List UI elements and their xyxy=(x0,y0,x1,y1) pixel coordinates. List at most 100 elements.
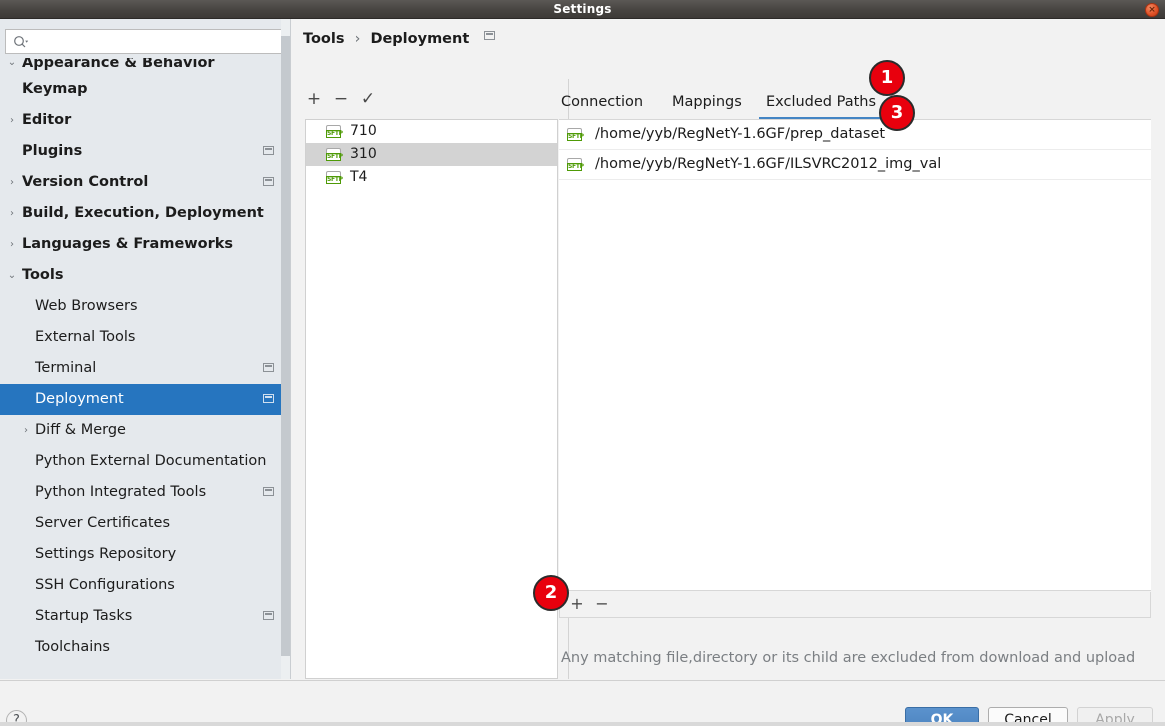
remove-server-button[interactable]: − xyxy=(328,87,354,113)
project-scope-icon[interactable] xyxy=(263,363,274,372)
window-titlebar: Settings × xyxy=(0,0,1165,19)
excluded-paths-toolbar: + − xyxy=(559,592,1151,618)
sidebar-scrollbar-track[interactable] xyxy=(281,19,290,679)
sidebar-item-version-control[interactable]: › Version Control xyxy=(0,167,290,198)
search-box[interactable] xyxy=(5,29,282,55)
sidebar-item-label: Settings Repository xyxy=(35,546,177,562)
server-list-toolbar: + − ✓ xyxy=(301,87,551,113)
annotation-badge-3: 3 xyxy=(879,95,915,131)
tab-mappings[interactable]: Mappings xyxy=(672,89,742,118)
sidebar-item-web-browsers[interactable]: Web Browsers xyxy=(0,291,290,322)
sidebar-item-label: Build, Execution, Deployment xyxy=(22,205,264,221)
excluded-path-row[interactable]: SFTP/home/yyb/RegNetY-1.6GF/prep_dataset xyxy=(559,120,1151,150)
set-default-server-button[interactable]: ✓ xyxy=(355,87,381,113)
sidebar-item-label: Editor xyxy=(22,112,72,128)
sidebar-item-label: Tools xyxy=(22,267,64,283)
settings-content: Tools › Deployment + − ✓ SFTP 710 SFTP 310 S… xyxy=(291,19,1165,679)
sidebar-item-label: Deployment xyxy=(35,391,124,407)
sidebar-item-label: Diff & Merge xyxy=(35,422,126,438)
chevron-down-icon[interactable]: ⌄ xyxy=(6,260,18,291)
sidebar-item-startup-tasks[interactable]: Startup Tasks xyxy=(0,601,290,632)
sidebar-item-label: External Tools xyxy=(35,329,136,345)
project-scope-icon[interactable] xyxy=(263,487,274,496)
sidebar-item-terminal[interactable]: Terminal xyxy=(0,353,290,384)
annotation-badge-1: 1 xyxy=(869,60,905,96)
excluded-path-row[interactable]: SFTP/home/yyb/RegNetY-1.6GF/ILSVRC2012_i… xyxy=(559,150,1151,180)
sidebar-item-server-certificates[interactable]: Server Certificates xyxy=(0,508,290,539)
sidebar-item-languages-frameworks[interactable]: › Languages & Frameworks xyxy=(0,229,290,260)
sidebar-item-appearance-behavior[interactable]: ⌄ Appearance & Behavior xyxy=(0,58,290,74)
dialog-footer: ? OK Cancel Apply xyxy=(0,681,1165,726)
sftp-server-icon: SFTP xyxy=(567,128,584,142)
sidebar-item-build-execution-deployment[interactable]: › Build, Execution, Deployment xyxy=(0,198,290,229)
excluded-path-text: /home/yyb/RegNetY-1.6GF/prep_dataset xyxy=(595,126,886,142)
sidebar-item-python-external-documentation[interactable]: Python External Documentation xyxy=(0,446,290,477)
sidebar-item-settings-repository[interactable]: Settings Repository xyxy=(0,539,290,570)
server-list-item[interactable]: SFTP 710 xyxy=(306,120,557,143)
project-scope-icon[interactable] xyxy=(263,394,274,403)
sidebar-item-label: Toolchains xyxy=(35,639,110,655)
search-input[interactable] xyxy=(34,30,281,55)
sidebar-item-label: Appearance & Behavior xyxy=(22,58,215,71)
sidebar-item-editor[interactable]: › Editor xyxy=(0,105,290,136)
chevron-right-icon[interactable]: › xyxy=(6,198,18,229)
project-scope-icon[interactable] xyxy=(263,146,274,155)
project-scope-icon[interactable] xyxy=(263,177,274,186)
sidebar-item-label: Keymap xyxy=(22,81,88,97)
sidebar-item-label: Web Browsers xyxy=(35,298,138,314)
settings-sidebar: ⌄ Appearance & Behavior Keymap › Editor Plugi… xyxy=(0,19,291,679)
sidebar-item-label: Python External Documentation xyxy=(35,453,267,469)
close-icon[interactable]: × xyxy=(1145,3,1159,17)
sidebar-item-label: Python Integrated Tools xyxy=(35,484,207,500)
annotation-badge-2: 2 xyxy=(533,575,569,611)
sidebar-item-plugins[interactable]: Plugins xyxy=(0,136,290,167)
sidebar-item-tools[interactable]: ⌄ Tools xyxy=(0,260,290,291)
sidebar-item-label: Terminal xyxy=(35,360,97,376)
sidebar-item-label: SSH Configurations xyxy=(35,577,175,593)
settings-tree[interactable]: ⌄ Appearance & Behavior Keymap › Editor Plugi… xyxy=(0,58,290,679)
sidebar-item-diff-merge[interactable]: › Diff & Merge xyxy=(0,415,290,446)
window-title: Settings xyxy=(553,2,612,16)
sidebar-item-python-integrated-tools[interactable]: Python Integrated Tools xyxy=(0,477,290,508)
server-name: 710 xyxy=(350,123,377,139)
chevron-right-icon[interactable]: › xyxy=(20,415,32,446)
breadcrumb-root[interactable]: Tools xyxy=(303,31,345,47)
sidebar-item-label: Startup Tasks xyxy=(35,608,133,624)
sftp-server-icon: SFTP xyxy=(326,171,343,185)
server-list[interactable]: SFTP 710 SFTP 310 SFTP T4 xyxy=(305,119,558,679)
chevron-right-icon[interactable]: › xyxy=(6,229,18,260)
sftp-server-icon: SFTP xyxy=(326,125,343,139)
tab-excluded-paths[interactable]: Excluded Paths xyxy=(758,89,884,120)
chevron-right-icon[interactable]: › xyxy=(6,167,18,198)
server-name: 310 xyxy=(350,146,377,162)
server-list-item[interactable]: SFTP T4 xyxy=(306,166,557,189)
search-icon xyxy=(14,36,29,48)
chevron-right-icon[interactable]: › xyxy=(6,105,18,136)
sidebar-item-keymap[interactable]: Keymap xyxy=(0,74,290,105)
project-scope-icon[interactable] xyxy=(263,611,274,620)
sidebar-item-label: Version Control xyxy=(22,174,149,190)
sidebar-scrollbar-thumb[interactable] xyxy=(281,36,290,656)
sidebar-item-external-tools[interactable]: External Tools xyxy=(0,322,290,353)
add-server-button[interactable]: + xyxy=(301,87,327,113)
sidebar-item-ssh-configurations[interactable]: SSH Configurations xyxy=(0,570,290,601)
remove-excluded-path-button[interactable]: − xyxy=(589,592,615,617)
sidebar-item-toolchains[interactable]: Toolchains xyxy=(0,632,290,663)
excluded-paths-list[interactable]: SFTP/home/yyb/RegNetY-1.6GF/prep_dataset… xyxy=(559,119,1151,591)
excluded-path-text: /home/yyb/RegNetY-1.6GF/ILSVRC2012_img_v… xyxy=(595,156,942,172)
breadcrumb: Tools › Deployment xyxy=(303,31,496,47)
breadcrumb-separator-icon: › xyxy=(354,31,361,47)
settings-dialog: ⌄ Appearance & Behavior Keymap › Editor Plugi… xyxy=(0,19,1165,726)
server-name: T4 xyxy=(350,169,368,185)
server-list-item[interactable]: SFTP 310 xyxy=(306,143,557,166)
sidebar-item-deployment[interactable]: Deployment xyxy=(0,384,290,415)
sftp-server-icon: SFTP xyxy=(326,148,343,162)
project-scope-icon[interactable] xyxy=(484,31,496,40)
window-bottom-strip xyxy=(0,722,1165,726)
sftp-server-icon: SFTP xyxy=(567,158,584,172)
chevron-down-icon[interactable]: ⌄ xyxy=(6,58,18,68)
tab-connection[interactable]: Connection xyxy=(561,89,643,118)
sidebar-item-label: Server Certificates xyxy=(35,515,171,531)
sidebar-item-label: Plugins xyxy=(22,143,83,159)
breadcrumb-current: Deployment xyxy=(370,31,470,47)
